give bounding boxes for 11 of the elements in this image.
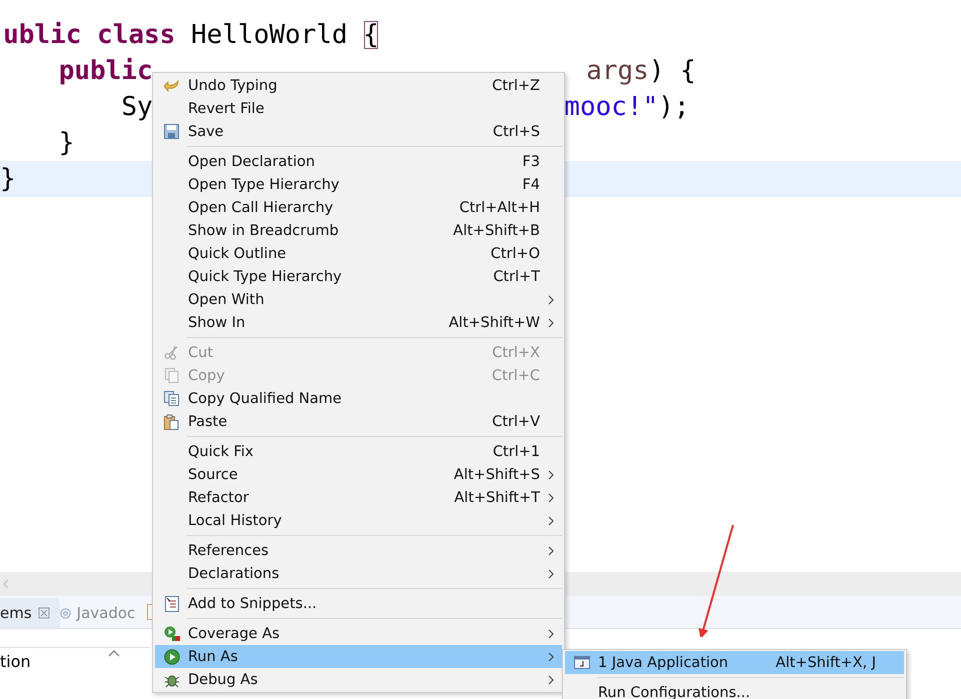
code-text: ) { xyxy=(648,55,696,88)
code-text: args xyxy=(586,55,649,88)
code-text: Sy xyxy=(121,92,153,122)
code-text: HelloWorld xyxy=(190,20,348,50)
code-text: public xyxy=(58,56,153,86)
matched-bracket: { xyxy=(363,20,379,50)
code-text: ublic class xyxy=(3,20,176,50)
code-text: ); xyxy=(658,91,690,124)
code-text: } xyxy=(58,128,74,158)
code-text: } xyxy=(0,164,16,194)
code-text: mooc!" xyxy=(564,91,658,124)
